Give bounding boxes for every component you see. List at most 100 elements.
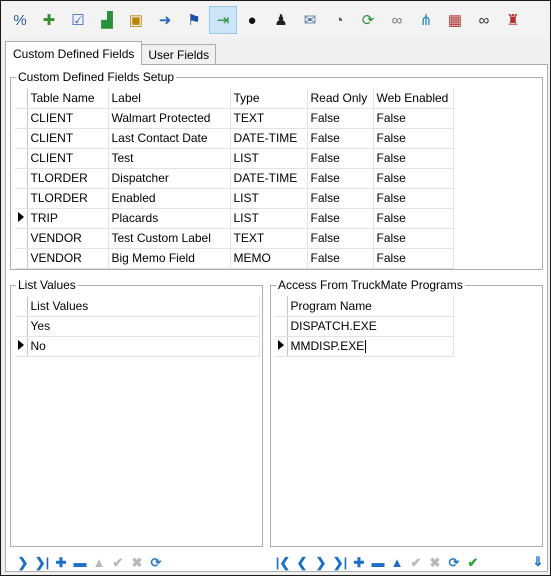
cell-read-only[interactable]: False: [307, 168, 374, 189]
stamp-toolbar-button[interactable]: ♜: [499, 6, 527, 34]
row-indicator[interactable]: [15, 108, 28, 129]
tab-user-fields[interactable]: User Fields: [141, 44, 217, 65]
cell-web-enabled[interactable]: False: [373, 248, 454, 269]
cell-label[interactable]: Big Memo Field: [108, 248, 231, 269]
row-indicator[interactable]: [15, 248, 28, 269]
cell-web-enabled[interactable]: False: [373, 148, 454, 169]
cell-read-only[interactable]: False: [307, 208, 374, 229]
cell-web-enabled[interactable]: False: [373, 228, 454, 249]
row-indicator[interactable]: [15, 336, 28, 357]
row-indicator[interactable]: [15, 188, 28, 209]
table-row[interactable]: TRIP Placards LIST False False: [15, 208, 454, 229]
last-record-button[interactable]: ❯|: [33, 553, 51, 571]
list-item[interactable]: MMDISP.EXE: [275, 336, 454, 357]
bomb-toolbar-button[interactable]: ●: [238, 6, 266, 34]
row-indicator[interactable]: [15, 168, 28, 189]
table-row[interactable]: VENDOR Test Custom Label TEXT False False: [15, 228, 454, 249]
column-header-read-only[interactable]: Read Only: [307, 88, 374, 109]
row-indicator[interactable]: [275, 336, 288, 357]
cell-table-name[interactable]: CLIENT: [27, 128, 109, 149]
cancel-edit-button[interactable]: ✖: [426, 553, 444, 571]
checklist-toolbar-button[interactable]: ☑: [64, 6, 92, 34]
cell-web-enabled[interactable]: False: [373, 168, 454, 189]
cell-label[interactable]: Enabled: [108, 188, 231, 209]
cell-read-only[interactable]: False: [307, 108, 374, 129]
save-check-button[interactable]: ✔: [464, 553, 482, 571]
post-edit-button[interactable]: ✔: [109, 553, 127, 571]
list-item[interactable]: No: [15, 336, 260, 357]
cell-table-name[interactable]: VENDOR: [27, 248, 109, 269]
cell-list-value[interactable]: Yes: [27, 316, 260, 337]
row-indicator[interactable]: [15, 316, 28, 337]
column-header-label[interactable]: Label: [108, 88, 231, 109]
cell-web-enabled[interactable]: False: [373, 108, 454, 129]
table-row[interactable]: VENDOR Big Memo Field MEMO False False: [15, 248, 454, 269]
insert-record-button[interactable]: ✚: [52, 553, 70, 571]
cell-read-only[interactable]: False: [307, 188, 374, 209]
cell-label[interactable]: Test: [108, 148, 231, 169]
cell-read-only[interactable]: False: [307, 248, 374, 269]
email-toolbar-button[interactable]: ✉: [296, 6, 324, 34]
cell-web-enabled[interactable]: False: [373, 128, 454, 149]
cell-label[interactable]: Test Custom Label: [108, 228, 231, 249]
prior-record-button[interactable]: ❮: [293, 553, 311, 571]
row-indicator[interactable]: [15, 128, 28, 149]
table-row[interactable]: CLIENT Test LIST False False: [15, 148, 454, 169]
row-indicator[interactable]: [15, 228, 28, 249]
cancel-edit-button[interactable]: ✖: [128, 553, 146, 571]
flag-toolbar-button[interactable]: ⚑: [180, 6, 208, 34]
link-toolbar-button[interactable]: ∞: [383, 6, 411, 34]
edit-record-button[interactable]: ▲: [90, 553, 108, 571]
download-icon[interactable]: ⇓: [529, 552, 547, 570]
row-indicator[interactable]: [15, 148, 28, 169]
cell-type[interactable]: LIST: [230, 188, 308, 209]
chart-toolbar-button[interactable]: ▟: [93, 6, 121, 34]
cell-web-enabled[interactable]: False: [373, 208, 454, 229]
cell-table-name[interactable]: TLORDER: [27, 168, 109, 189]
cell-program-name[interactable]: DISPATCH.EXE: [287, 316, 454, 337]
cell-program-name[interactable]: MMDISP.EXE: [287, 336, 454, 357]
refresh-toolbar-button[interactable]: ⟳: [354, 6, 382, 34]
cell-label[interactable]: Walmart Protected: [108, 108, 231, 129]
edit-record-button[interactable]: ▲: [388, 553, 406, 571]
refresh-data-button[interactable]: ⟳: [147, 553, 165, 571]
cell-table-name[interactable]: TRIP: [27, 208, 109, 229]
row-indicator[interactable]: [275, 316, 288, 337]
cell-label[interactable]: Last Contact Date: [108, 128, 231, 149]
cell-label[interactable]: Placards: [108, 208, 231, 229]
column-header-table-name[interactable]: Table Name: [27, 88, 109, 109]
column-header-list-values[interactable]: List Values: [27, 296, 260, 317]
cell-type[interactable]: LIST: [230, 148, 308, 169]
cell-type[interactable]: DATE-TIME: [230, 168, 308, 189]
cell-table-name[interactable]: VENDOR: [27, 228, 109, 249]
row-indicator[interactable]: [15, 208, 28, 229]
delete-record-button[interactable]: ▬: [71, 553, 89, 571]
cell-type[interactable]: MEMO: [230, 248, 308, 269]
cell-label[interactable]: Dispatcher: [108, 168, 231, 189]
cell-read-only[interactable]: False: [307, 128, 374, 149]
cell-read-only[interactable]: False: [307, 228, 374, 249]
cell-read-only[interactable]: False: [307, 148, 374, 169]
binoculars-toolbar-button[interactable]: ∞: [470, 6, 498, 34]
column-header-type[interactable]: Type: [230, 88, 308, 109]
package-toolbar-button[interactable]: ▣: [122, 6, 150, 34]
document-arrow-toolbar-button[interactable]: ➜: [151, 6, 179, 34]
cell-table-name[interactable]: TLORDER: [27, 188, 109, 209]
cell-table-name[interactable]: CLIENT: [27, 148, 109, 169]
cell-table-name[interactable]: CLIENT: [27, 108, 109, 129]
table-row[interactable]: CLIENT Last Contact Date DATE-TIME False Fal…: [15, 128, 454, 149]
post-edit-button[interactable]: ✔: [407, 553, 425, 571]
custom-fields-grid[interactable]: Table Name Label Type Read Only Web Enab…: [15, 88, 454, 269]
list-item[interactable]: Yes: [15, 316, 260, 337]
delete-record-button[interactable]: ▬: [369, 553, 387, 571]
table-row[interactable]: TLORDER Enabled LIST False False: [15, 188, 454, 209]
add-document-toolbar-button[interactable]: ✚: [35, 6, 63, 34]
tab-custom-defined-fields[interactable]: Custom Defined Fields: [5, 41, 143, 65]
cell-type[interactable]: TEXT: [230, 228, 308, 249]
refresh-data-button[interactable]: ⟳: [445, 553, 463, 571]
column-header-program-name[interactable]: Program Name: [287, 296, 454, 317]
table-row[interactable]: TLORDER Dispatcher DATE-TIME False False: [15, 168, 454, 189]
table-row[interactable]: CLIENT Walmart Protected TEXT False False: [15, 108, 454, 129]
cell-list-value[interactable]: No: [27, 336, 260, 357]
next-record-button[interactable]: ❯: [14, 553, 32, 571]
